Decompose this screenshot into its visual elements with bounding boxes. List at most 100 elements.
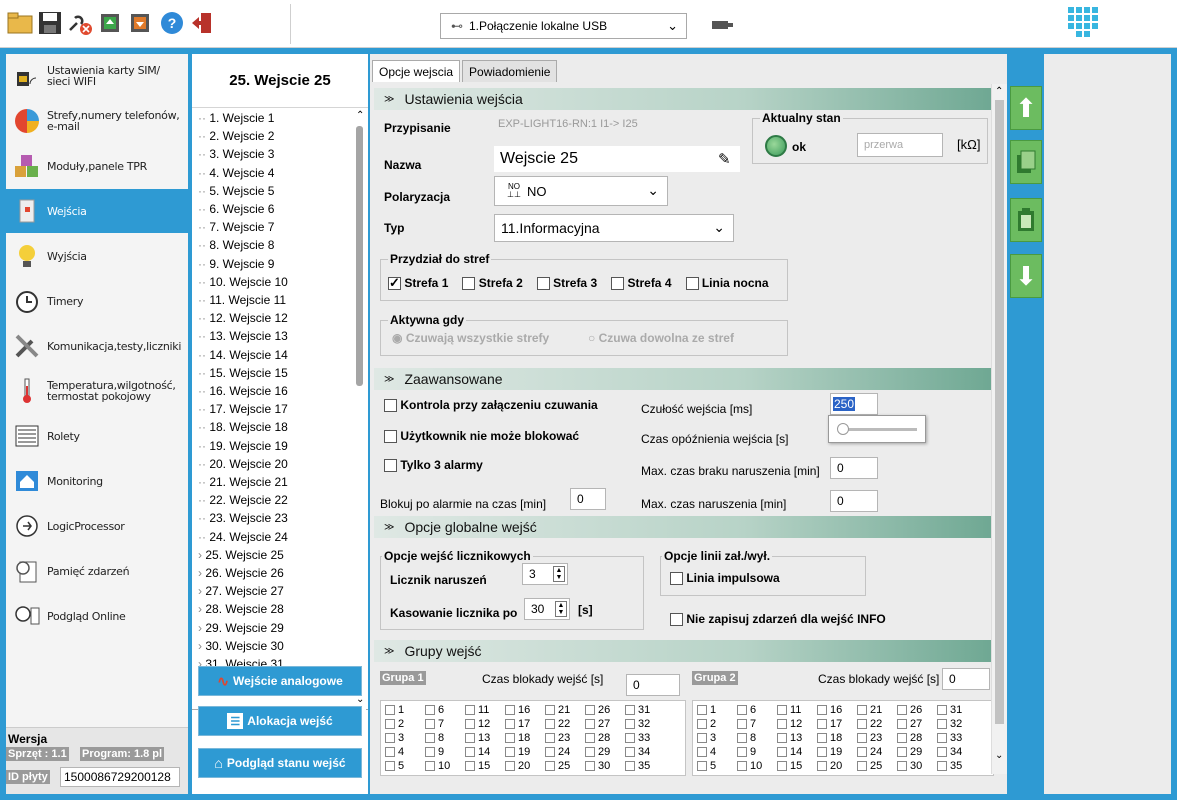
group1-checkbox[interactable]: 23 — [545, 733, 570, 744]
tree-item[interactable]: ·· 1. Wejscie 1 — [198, 111, 274, 125]
group1-checkbox[interactable]: 3 — [385, 733, 404, 744]
zone2-checkbox[interactable]: Strefa 2 — [462, 276, 523, 291]
user-cannot-block-checkbox[interactable]: Użytkownik nie może blokować — [384, 429, 579, 444]
edit-icon[interactable]: ✎ — [718, 150, 731, 168]
group2-checkbox[interactable]: 24 — [857, 747, 882, 758]
help-icon[interactable]: ? — [158, 9, 186, 37]
group2-checkbox[interactable]: 23 — [857, 733, 882, 744]
group1-checkbox[interactable]: 19 — [505, 747, 530, 758]
zone3-checkbox[interactable]: Strefa 3 — [536, 276, 597, 291]
spinner-icon[interactable]: ▲ ▼ — [553, 566, 565, 582]
tree-item[interactable]: ·· 23. Wejscie 23 — [198, 511, 288, 525]
tree-scroll-thumb[interactable] — [356, 126, 363, 386]
group1-checkbox[interactable]: 28 — [585, 733, 610, 744]
group1-checkbox[interactable]: 16 — [505, 705, 530, 716]
tree-item[interactable]: ·· 15. Wejscie 15 — [198, 366, 288, 380]
group1-checkbox[interactable]: 32 — [625, 719, 650, 730]
group1-block-time-input[interactable]: 0 — [626, 674, 680, 696]
group1-checkbox[interactable]: 25 — [545, 761, 570, 772]
sidebar-item-communication[interactable]: Komunikacja,testy,liczniki — [6, 324, 188, 368]
group1-checkbox[interactable]: 20 — [505, 761, 530, 772]
tree-item[interactable]: ·· 18. Wejscie 18 — [198, 420, 288, 434]
analog-input-button[interactable]: ∿ Wejście analogowe — [198, 666, 362, 696]
counter-reset-input[interactable]: 30 ▲ ▼ — [524, 598, 570, 620]
tree-item[interactable]: ·· 9. Wejscie 9 — [198, 257, 274, 271]
tree-item[interactable]: ·· 19. Wejscie 19 — [198, 439, 288, 453]
tree-item[interactable]: › 28. Wejscie 28 — [198, 602, 284, 616]
resistance-field[interactable]: przerwa — [857, 133, 943, 157]
tab-notification[interactable]: Powiadomienie — [462, 60, 558, 82]
group1-checkbox[interactable]: 18 — [505, 733, 530, 744]
tree-item[interactable]: ·· 20. Wejscie 20 — [198, 457, 288, 471]
group1-checkbox[interactable]: 13 — [465, 733, 490, 744]
group1-checkbox[interactable]: 12 — [465, 719, 490, 730]
group2-checkbox[interactable]: 1 — [697, 705, 716, 716]
group2-checkbox[interactable]: 11 — [777, 705, 801, 716]
sidebar-item-events[interactable]: Pamięć zdarzeń — [6, 549, 188, 593]
group2-checkbox[interactable]: 17 — [817, 719, 842, 730]
group2-checkbox[interactable]: 20 — [817, 761, 842, 772]
sidebar-item-outputs[interactable]: Wyjścia — [6, 234, 188, 278]
group1-checkbox[interactable]: 27 — [585, 719, 610, 730]
download-chip-icon[interactable] — [126, 9, 154, 37]
group1-checkbox[interactable]: 5 — [385, 761, 404, 772]
group1-checkbox[interactable]: 9 — [425, 747, 444, 758]
arming-check-checkbox[interactable]: Kontrola przy załączeniu czuwania — [384, 398, 598, 413]
move-down-icon[interactable]: ⬇ — [1010, 254, 1042, 298]
scroll-up-icon[interactable]: ⌃ — [356, 110, 364, 121]
group2-checkbox[interactable]: 33 — [937, 733, 962, 744]
max-no-violation-input[interactable]: 0 — [830, 457, 878, 479]
tree-item[interactable]: › 27. Wejscie 27 — [198, 584, 284, 598]
sidebar-item-zones[interactable]: Strefy,numery telefonów, e-mail — [6, 99, 188, 143]
sidebar-item-logic[interactable]: LogicProcessor — [6, 504, 188, 548]
tree-item[interactable]: ·· 14. Wejscie 14 — [198, 348, 288, 362]
group2-checkbox[interactable]: 13 — [777, 733, 802, 744]
zone1-checkbox[interactable]: Strefa 1 — [388, 275, 448, 291]
group2-checkbox[interactable]: 32 — [937, 719, 962, 730]
group2-block-time-input[interactable]: 0 — [942, 668, 990, 690]
group2-checkbox[interactable]: 3 — [697, 733, 716, 744]
group2-checkbox[interactable]: 21 — [857, 705, 882, 716]
group2-checkbox[interactable]: 31 — [937, 705, 962, 716]
sidebar-item-inputs[interactable]: Wejścia — [6, 189, 188, 233]
tree-item[interactable]: ·· 11. Wejscie 11 — [198, 293, 286, 307]
group2-checkbox[interactable]: 2 — [697, 719, 716, 730]
group1-checkbox[interactable]: 10 — [425, 761, 450, 772]
group1-checkbox[interactable]: 17 — [505, 719, 530, 730]
group1-checkbox[interactable]: 30 — [585, 761, 610, 772]
group1-checkbox[interactable]: 31 — [625, 705, 650, 716]
sidebar-item-blinds[interactable]: Rolety — [6, 414, 188, 458]
slider-thumb[interactable] — [837, 423, 849, 435]
group2-checkbox[interactable]: 22 — [857, 719, 882, 730]
sidebar-item-modules[interactable]: Moduły,panele TPR — [6, 144, 188, 188]
folder-icon[interactable] — [6, 9, 34, 37]
group2-checkbox[interactable]: 16 — [817, 705, 842, 716]
group1-checkbox[interactable]: 7 — [425, 719, 444, 730]
tree-item[interactable]: › 25. Wejscie 25 — [198, 548, 284, 562]
violation-counter-input[interactable]: 3 ▲ ▼ — [522, 563, 568, 585]
group1-checkbox[interactable]: 8 — [425, 733, 444, 744]
group2-checkbox[interactable]: 34 — [937, 747, 962, 758]
board-id-field[interactable]: 1500086729200128 — [60, 767, 180, 787]
group1-checkbox[interactable]: 21 — [545, 705, 570, 716]
tree-item[interactable]: ·· 10. Wejscie 10 — [198, 275, 288, 289]
scroll-up-icon[interactable]: ⌃ — [995, 86, 1003, 97]
group2-checkbox[interactable]: 8 — [737, 733, 756, 744]
polarity-select[interactable]: NO ⊥⊥ NO ⌄ — [494, 176, 668, 206]
upload-chip-icon[interactable] — [96, 9, 124, 37]
tree-item[interactable]: ·· 4. Wejscie 4 — [198, 166, 274, 180]
section-input-groups[interactable]: ≫ Grupy wejść — [374, 640, 991, 662]
copy-icon[interactable] — [1010, 140, 1042, 184]
tree-item[interactable]: › 26. Wejscie 26 — [198, 566, 284, 580]
group1-checkbox[interactable]: 33 — [625, 733, 650, 744]
group2-checkbox[interactable]: 27 — [897, 719, 922, 730]
tree-item[interactable]: ·· 5. Wejscie 5 — [198, 184, 274, 198]
tree-item[interactable]: ·· 24. Wejscie 24 — [198, 530, 288, 544]
group2-checkbox[interactable]: 9 — [737, 747, 756, 758]
tree-item[interactable]: ·· 3. Wejscie 3 — [198, 147, 274, 161]
pulse-line-checkbox[interactable]: Linia impulsowa — [670, 571, 780, 586]
sidebar-item-timers[interactable]: Timery — [6, 279, 188, 323]
grid-menu-icon[interactable] — [1068, 7, 1098, 40]
section-input-settings[interactable]: ≫ Ustawienia wejścia — [374, 88, 991, 110]
group2-checkbox[interactable]: 14 — [777, 747, 802, 758]
